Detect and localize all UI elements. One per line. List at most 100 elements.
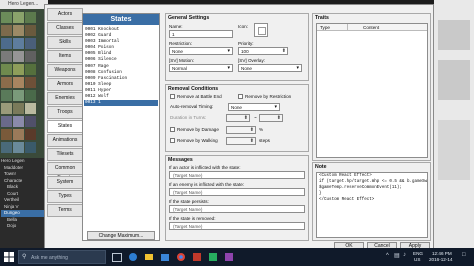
- remove-by-walking-label: Remove by Walking: [177, 138, 218, 143]
- background-right-panel: [434, 0, 474, 248]
- app-icon[interactable]: [224, 252, 234, 262]
- damage-percent-stepper[interactable]: [226, 126, 256, 134]
- persists-message-label: If the state persists:: [169, 199, 209, 204]
- tab-common-events[interactable]: Common Events: [47, 162, 83, 181]
- map-tree-item[interactable]: Dojo: [1, 223, 48, 230]
- rpgmaker-app-icon[interactable]: [192, 252, 202, 262]
- actor-message-label: If an actor is inflicted with the state:: [169, 165, 241, 170]
- removal-conditions-title: Removal Conditions: [168, 86, 219, 92]
- sv-motion-select[interactable]: Normal: [169, 64, 233, 72]
- clock-date[interactable]: 2016-12-14: [429, 257, 453, 262]
- restriction-label: Restriction:: [169, 41, 192, 46]
- network-icon[interactable]: ▤: [394, 252, 400, 259]
- remove-by-damage-checkbox[interactable]: [170, 127, 175, 132]
- restriction-checkbox[interactable]: [238, 94, 243, 99]
- background-window-title: Hero Legen...: [0, 0, 48, 9]
- duration-max-stepper[interactable]: [259, 114, 283, 122]
- tab-tilesets[interactable]: Tilesets: [47, 148, 83, 161]
- sv-overlay-select[interactable]: None: [238, 64, 302, 72]
- priority-stepper[interactable]: 100: [238, 47, 288, 55]
- tab-terms[interactable]: Terms: [47, 204, 83, 217]
- messages-group: Messages If an actor is inflicted with t…: [165, 155, 309, 241]
- task-view-icon[interactable]: [112, 253, 122, 262]
- traits-group: Traits Type Content: [312, 13, 431, 161]
- icon-picker[interactable]: [254, 23, 268, 37]
- general-settings-title: General Settings: [168, 15, 210, 21]
- database-window: Actors Classes Skills Items Weapons Armo…: [44, 4, 434, 250]
- notification-icon[interactable]: □: [462, 252, 466, 258]
- removed-message-label: If the state is removed:: [169, 216, 216, 221]
- tab-items[interactable]: Items: [47, 50, 83, 63]
- sv-overlay-label: [SV] Overlay:: [238, 58, 266, 63]
- note-title: Note: [315, 164, 327, 170]
- persists-message-field[interactable]: (Target Name): [169, 205, 305, 213]
- start-windows-icon[interactable]: [4, 252, 14, 262]
- tab-types[interactable]: Types: [47, 190, 83, 203]
- volume-icon[interactable]: ♪: [403, 252, 406, 258]
- tab-actors[interactable]: Actors: [47, 8, 83, 21]
- remove-by-walking-checkbox[interactable]: [170, 138, 175, 143]
- walking-steps-stepper[interactable]: [226, 137, 256, 145]
- states-panel: States 0001 Knockout 0002 Guard 0003 Imm…: [82, 13, 160, 241]
- tab-armors[interactable]: Armors: [47, 78, 83, 91]
- enemy-message-field[interactable]: (Target Name): [169, 188, 305, 196]
- note-textarea[interactable]: <Custom React Effect> if (target.hp/targ…: [316, 172, 428, 238]
- name-field[interactable]: 1: [169, 30, 233, 38]
- icon-label: Icon:: [238, 24, 248, 29]
- name-label: Name:: [169, 24, 183, 29]
- traits-title: Traits: [315, 15, 329, 21]
- app-icon[interactable]: [208, 252, 218, 262]
- file-explorer-icon[interactable]: [144, 252, 154, 262]
- search-icon: ⚲: [22, 254, 27, 260]
- enemy-message-label: If an enemy is inflicted with the state:: [169, 182, 245, 187]
- priority-label: Priority:: [238, 41, 254, 46]
- chrome-icon[interactable]: [176, 252, 186, 262]
- chevron-up-icon[interactable]: ^: [386, 253, 389, 259]
- store-icon[interactable]: [160, 252, 170, 262]
- list-item-selected[interactable]: 0013 1: [84, 100, 158, 107]
- taskbar: ⚲ Ask me anything ^ ▤ ♪ ENG US 12:46 PM …: [0, 248, 474, 266]
- traits-table-header: Type Content: [317, 24, 427, 31]
- messages-title: Messages: [168, 157, 193, 163]
- restriction-select[interactable]: None: [169, 47, 233, 55]
- traits-table[interactable]: Type Content: [316, 23, 428, 158]
- tab-classes[interactable]: Classes: [47, 22, 83, 35]
- actor-message-field[interactable]: (Target Name): [169, 171, 305, 179]
- clock-time[interactable]: 12:46 PM: [432, 251, 452, 256]
- remove-by-damage-label: Remove by Damage: [177, 127, 219, 132]
- language-indicator[interactable]: ENG: [413, 251, 423, 256]
- battle-end-checkbox[interactable]: [170, 94, 175, 99]
- tab-troops[interactable]: Troops: [47, 106, 83, 119]
- duration-label: Duration in Turns:: [170, 115, 207, 120]
- removal-conditions-group: Removal Conditions Remove at Battle End …: [165, 84, 309, 152]
- background-editor-window: Hero Legen... Hero Legen Maddoter Town! …: [0, 0, 48, 248]
- tab-states[interactable]: States: [47, 120, 83, 133]
- sv-motion-label: [SV] Motion:: [169, 58, 195, 63]
- category-tabs: Actors Classes Skills Items Weapons Armo…: [47, 8, 83, 218]
- column-content[interactable]: Content: [363, 24, 379, 31]
- auto-timing-select[interactable]: None: [228, 103, 280, 111]
- tab-system[interactable]: System: [47, 176, 83, 189]
- taskbar-search-placeholder: Ask me anything: [31, 255, 68, 261]
- tab-skills[interactable]: Skills: [47, 36, 83, 49]
- tab-weapons[interactable]: Weapons: [47, 64, 83, 77]
- column-type[interactable]: Type: [320, 24, 330, 31]
- battle-end-label: Remove at Battle End: [177, 94, 222, 99]
- edge-browser-icon[interactable]: [128, 252, 138, 262]
- note-group: Note <Custom React Effect> if (target.hp…: [312, 162, 431, 241]
- states-panel-title: States: [83, 14, 159, 25]
- steps-unit: steps: [259, 138, 270, 143]
- change-maximum-button[interactable]: Change Maximum...: [87, 231, 155, 240]
- tileset-palette[interactable]: [0, 10, 48, 158]
- states-list[interactable]: 0001 Knockout 0002 Guard 0003 Immortal 0…: [84, 27, 158, 107]
- tab-enemies[interactable]: Enemies: [47, 92, 83, 105]
- restriction-remove-label: Remove by Restriction: [245, 94, 292, 99]
- system-tray: ^ ▤ ♪ ENG US 12:46 PM 2016-12-14 □: [384, 248, 474, 266]
- duration-min-stepper[interactable]: [226, 114, 250, 122]
- taskbar-search-box[interactable]: ⚲ Ask me anything: [18, 250, 106, 264]
- general-settings-group: General Settings Name: 1 Icon: Restricti…: [165, 13, 309, 81]
- removed-message-field[interactable]: (Target Name): [169, 222, 305, 230]
- map-tree[interactable]: Hero Legen Maddoter Town! Characte Black…: [0, 158, 48, 248]
- tab-animations[interactable]: Animations: [47, 134, 83, 147]
- region-indicator[interactable]: US: [414, 257, 420, 262]
